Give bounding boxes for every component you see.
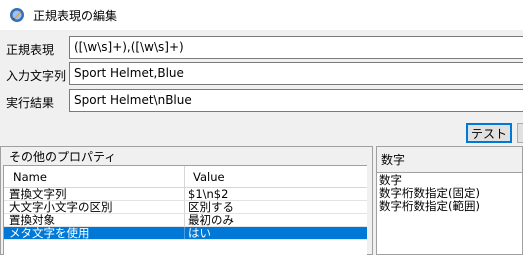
- property-value[interactable]: はい: [185, 227, 367, 239]
- property-name: メタ文字を使用: [4, 227, 185, 239]
- property-name: 大文字小文字の区別: [4, 201, 185, 213]
- metachar-list: 数字 数字桁数指定(固定) 数字桁数指定(範囲): [377, 173, 522, 213]
- metachar-list-panel: 数字 数字 数字桁数指定(固定) 数字桁数指定(範囲): [376, 146, 523, 255]
- test-button[interactable]: テスト: [466, 123, 512, 143]
- table-row[interactable]: 置換文字列 $1\n$2: [4, 188, 367, 201]
- window-title: 正規表現の編集: [33, 8, 118, 23]
- properties-grid: Name Value 置換文字列 $1\n$2 大文字小文字の区別 区別する 置…: [3, 165, 367, 255]
- property-name: 置換文字列: [4, 188, 185, 200]
- property-value[interactable]: $1\n$2: [185, 188, 367, 200]
- table-row-selected[interactable]: メタ文字を使用 はい: [4, 227, 367, 240]
- column-header-name[interactable]: Name: [4, 166, 185, 187]
- list-header[interactable]: 数字: [377, 147, 522, 173]
- list-item[interactable]: 数字桁数指定(範囲): [379, 200, 522, 213]
- result-label: 実行結果: [6, 96, 55, 110]
- result-field[interactable]: Sport Helmet\nBlue: [69, 89, 523, 112]
- title-bar: 正規表現の編集: [0, 0, 523, 30]
- edit-document-icon: [9, 7, 25, 23]
- property-value[interactable]: 最初のみ: [185, 214, 367, 226]
- input-string-field[interactable]: Sport Helmet,Blue: [69, 62, 523, 85]
- property-value[interactable]: 区別する: [185, 201, 367, 213]
- properties-heading: その他のプロパティ: [9, 150, 117, 164]
- regex-field[interactable]: ([\w\s]+),([\w\s]+): [69, 36, 523, 59]
- regex-label: 正規表現: [6, 43, 55, 57]
- column-header-value[interactable]: Value: [185, 166, 367, 187]
- table-row[interactable]: 置換対象 最初のみ: [4, 214, 367, 227]
- partial-button[interactable]: [517, 123, 523, 143]
- input-string-label: 入力文字列: [6, 69, 67, 83]
- table-row[interactable]: 大文字小文字の区別 区別する: [4, 201, 367, 214]
- property-name: 置換対象: [4, 214, 185, 226]
- grid-header: Name Value: [4, 166, 367, 188]
